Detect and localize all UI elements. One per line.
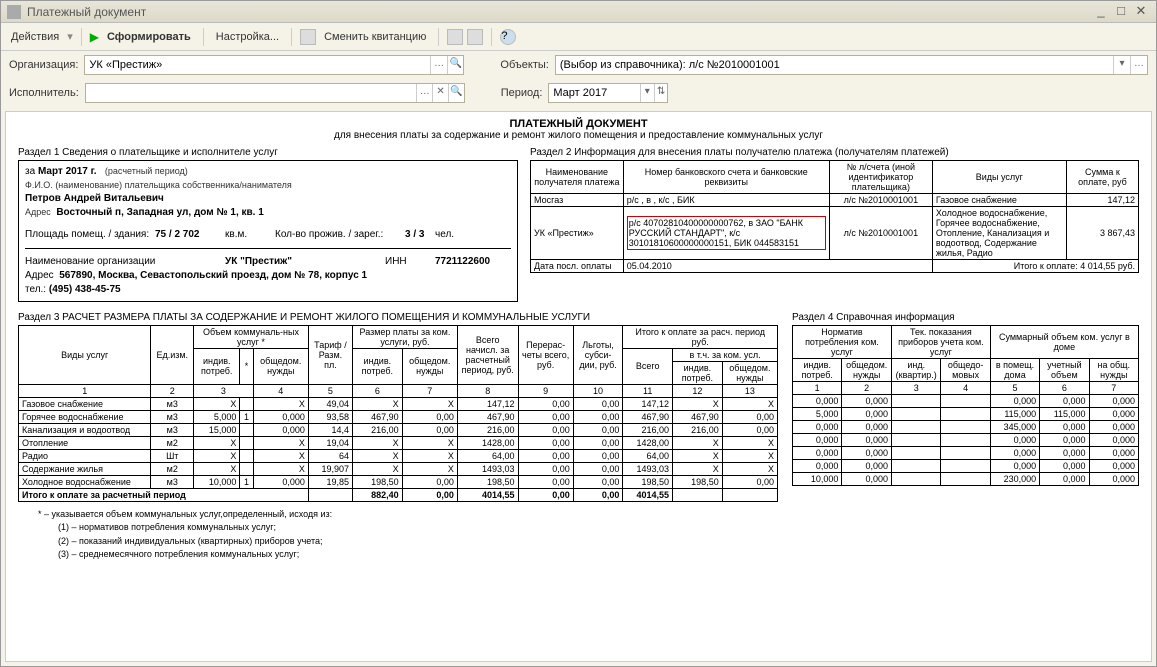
s2-row-1: УК «Престиж» р/с 40702810400000000762, в… (531, 207, 1139, 260)
section3-table: Виды услугЕд.изм.Объем коммуналь-ных усл… (18, 325, 778, 502)
s1-orgname-label: Наименование организации (25, 255, 225, 269)
minimize-button[interactable]: _ (1092, 4, 1110, 20)
exec-search-button[interactable]: 🔍 (448, 84, 464, 102)
s1-area-unit: кв.м. (225, 228, 275, 242)
s1-people-label: Кол-во прожив. / зарег.: (275, 228, 405, 242)
doc-subtitle: для внесения платы за содержание и ремон… (18, 130, 1139, 141)
s2-lastpay: 05.04.2010 (623, 260, 932, 273)
document-content: ПЛАТЕЖНЫЙ ДОКУМЕНТ для внесения платы за… (5, 111, 1152, 662)
s2-total: Итого к оплате: 4 014,55 руб. (932, 260, 1138, 273)
s1-area-label: Площадь помещ. / здания: (25, 228, 155, 242)
form-row-2: Исполнитель: … ✕ 🔍 Период: ▾ ⇅ (1, 79, 1156, 107)
org-search-button[interactable]: 🔍 (447, 56, 463, 74)
objects-input[interactable] (556, 56, 1113, 74)
change-receipt-button[interactable]: Сменить квитанцию (320, 29, 430, 45)
settings-button[interactable]: Настройка... (212, 29, 283, 45)
period-input[interactable] (549, 84, 640, 102)
section1-box: за Март 2017 г. (расчетный период) Ф.И.О… (18, 160, 518, 302)
s1-orgaddr-label: Адрес (25, 270, 54, 281)
tool-icon-1[interactable] (447, 29, 463, 45)
s1-addr-label: Адрес (25, 207, 51, 217)
org-dots-button[interactable]: … (430, 56, 446, 74)
close-button[interactable]: ✕ (1132, 4, 1150, 20)
maximize-button[interactable]: □ (1112, 4, 1130, 20)
objects-input-wrap: ▾ … (555, 55, 1148, 75)
receipt-icon[interactable] (300, 29, 316, 45)
toolbar: Действия▾ ▶ Сформировать Настройка... См… (1, 23, 1156, 51)
s1-fio-label: Ф.И.О. (наименование) плательщика собств… (25, 179, 511, 192)
help-icon[interactable]: ? (500, 29, 516, 45)
exec-dots-button[interactable]: … (416, 84, 432, 102)
section4-header: Раздел 4 Справочная информация (792, 312, 1139, 323)
form-button[interactable]: Сформировать (103, 29, 195, 45)
s1-area: 75 / 2 702 (155, 228, 225, 242)
s2-col0: Наименование получателя платежа (531, 161, 624, 194)
actions-menu[interactable]: Действия (7, 29, 63, 45)
note-intro: * – указывается объем коммунальных услуг… (38, 508, 1139, 522)
s1-addr: Восточный п, Западная ул, дом № 1, кв. 1 (56, 207, 263, 218)
app-icon (7, 5, 21, 19)
exec-clear-button[interactable]: ✕ (432, 84, 448, 102)
note-1: (1) – нормативов потребления коммунальны… (38, 521, 1139, 535)
form-row-1: Организация: … 🔍 Объекты: ▾ … (1, 51, 1156, 79)
s1-tel-label: тел.: (25, 284, 46, 295)
objects-label: Объекты: (500, 59, 548, 71)
s1-period: Март 2017 г. (38, 166, 97, 177)
section1-header: Раздел 1 Сведения о плательщике и исполн… (18, 147, 518, 158)
s1-period-prefix: за (25, 166, 35, 177)
s1-people: 3 / 3 (405, 228, 435, 242)
s1-orgaddr: 567890, Москва, Севастопольский проезд, … (59, 270, 367, 281)
section2-table: Наименование получателя платежа Номер ба… (530, 160, 1139, 273)
s1-period-note: (расчетный период) (105, 166, 188, 176)
footer-notes: * – указывается объем коммунальных услуг… (18, 508, 1139, 562)
period-dropdown-button[interactable]: ▾ (640, 84, 654, 102)
s2-lastpay-label: Дата посл. оплаты (531, 260, 624, 273)
bank-details-highlight: р/с 40702810400000000762, в ЗАО "БАНК РУ… (627, 216, 826, 250)
objects-dropdown-button[interactable]: ▾ (1113, 56, 1130, 74)
tool-icon-2[interactable] (467, 29, 483, 45)
s1-people-unit: чел. (435, 228, 454, 242)
s2-col1: Номер банковского счета и банковские рек… (623, 161, 829, 194)
exec-input-wrap: … ✕ 🔍 (85, 83, 465, 103)
s2-col2: № л/счета (иной идентификатор плательщик… (829, 161, 932, 194)
period-label: Период: (501, 87, 543, 99)
period-input-wrap: ▾ ⇅ (548, 83, 668, 103)
doc-title: ПЛАТЕЖНЫЙ ДОКУМЕНТ (18, 118, 1139, 130)
s1-tel: (495) 438-45-75 (49, 284, 121, 295)
window-title: Платежный документ (27, 5, 1090, 19)
org-input-wrap: … 🔍 (84, 55, 464, 75)
org-input[interactable] (85, 56, 430, 74)
objects-dots-button[interactable]: … (1130, 56, 1147, 74)
exec-label: Исполнитель: (9, 87, 79, 99)
section4-table: Норматив потребления ком. услугТек. пока… (792, 325, 1139, 486)
section3-header: Раздел 3 РАСЧЕТ РАЗМЕРА ПЛАТЫ ЗА СОДЕРЖА… (18, 312, 778, 323)
s1-inn-label: ИНН (385, 255, 435, 269)
titlebar: Платежный документ _ □ ✕ (1, 1, 1156, 23)
note-3: (3) – среднемесячного потребления коммун… (38, 548, 1139, 562)
s1-orgname: УК "Престиж" (225, 255, 385, 269)
s2-col4: Сумма к оплате, руб (1066, 161, 1138, 194)
s1-fio: Петров Андрей Витальевич (25, 192, 511, 206)
s1-inn: 7721122600 (435, 255, 490, 269)
s2-row-0: Мосгаз р/с , в , к/с , БИК л/с №20100010… (531, 194, 1139, 207)
exec-input[interactable] (86, 84, 417, 102)
period-stepper-button[interactable]: ⇅ (654, 84, 668, 102)
play-icon: ▶ (90, 30, 99, 44)
s2-col3: Виды услуг (932, 161, 1066, 194)
app-window: Платежный документ _ □ ✕ Действия▾ ▶ Сфо… (0, 0, 1157, 667)
section2-header: Раздел 2 Информация для внесения платы п… (530, 147, 1139, 158)
org-label: Организация: (9, 59, 78, 71)
note-2: (2) – показаний индивидуальных (квартирн… (38, 535, 1139, 549)
